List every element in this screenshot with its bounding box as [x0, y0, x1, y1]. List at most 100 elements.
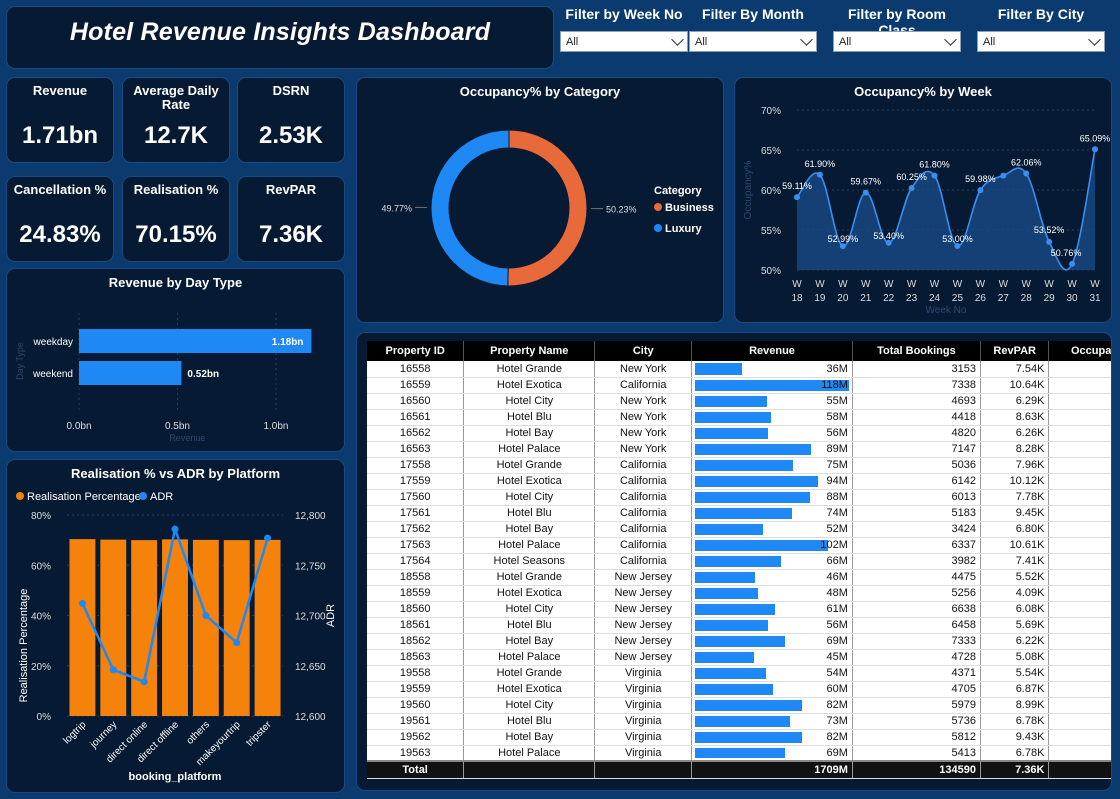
- x-tick-label: 0.0bn: [66, 421, 91, 432]
- data-point[interactable]: [908, 185, 915, 191]
- adr-point[interactable]: [78, 599, 86, 607]
- table-row[interactable]: 19560Hotel CityVirginia 82M 59798.99K65.47…: [367, 697, 1111, 714]
- table-row[interactable]: 16559 Hotel Exotica California 118M 7338 10.6…: [367, 377, 1111, 394]
- table-row[interactable]: 16562Hotel BayNew York 56M 48206.26K53.26%…: [367, 425, 1111, 442]
- realisation-bar[interactable]: [100, 539, 127, 716]
- table-row[interactable]: 18559 Hotel Exotica New Jersey 48M 5256 4.09K…: [367, 585, 1111, 602]
- data-point[interactable]: [794, 194, 800, 201]
- realisation-bar[interactable]: [192, 539, 219, 716]
- table-row[interactable]: 19559Hotel ExoticaVirginia 60M 47056.87K53…: [367, 681, 1111, 698]
- adr-point[interactable]: [264, 534, 272, 542]
- column-header[interactable]: Total Bookings: [852, 341, 981, 361]
- table-row[interactable]: 19562Hotel BayVirginia 82M 58129.43K66.40%…: [367, 729, 1111, 746]
- realisation-bar[interactable]: [131, 540, 158, 716]
- table-row[interactable]: 18561Hotel BluNew Jersey 56M 64585.69K65.4…: [367, 617, 1111, 634]
- table-row[interactable]: 16563Hotel PalaceNew York 89M 71478.28K66.…: [367, 441, 1111, 458]
- table-row[interactable]: 17559 Hotel Exotica California 94M 6142 10.12…: [367, 473, 1111, 490]
- filter-room-class-value: All: [839, 36, 852, 48]
- adr-point[interactable]: [233, 639, 241, 647]
- adr-point[interactable]: [202, 612, 210, 619]
- legend-label[interactable]: Business: [665, 202, 714, 214]
- table-header-row: Property ID Property Name City Revenue Total…: [367, 341, 1111, 361]
- x-tick-label: W: [907, 279, 917, 290]
- table-cell: 75M: [691, 457, 853, 474]
- data-point[interactable]: [1092, 146, 1098, 153]
- data-point[interactable]: [931, 172, 938, 179]
- filter-month-dropdown[interactable]: All: [689, 31, 817, 52]
- column-header[interactable]: Occupancy%: [1048, 341, 1111, 361]
- column-header[interactable]: City: [594, 341, 693, 361]
- table-cell: California: [594, 489, 693, 506]
- table-row[interactable]: 16558Hotel GrandeNew York 36M 31537.54K65.…: [367, 361, 1111, 378]
- data-label: 59.67%: [851, 177, 882, 187]
- data-point[interactable]: [1046, 238, 1053, 245]
- legend-label[interactable]: Luxury: [665, 223, 703, 235]
- data-point[interactable]: [862, 189, 869, 196]
- table-cell: 53.35%: [1048, 745, 1111, 762]
- column-header[interactable]: Revenue: [691, 341, 853, 361]
- table-row[interactable]: 19561Hotel BluVirginia 73M 57366.78K53.21%…: [367, 713, 1111, 730]
- legend-label[interactable]: ADR: [150, 491, 173, 503]
- table-row[interactable]: 17564 Hotel Seasons California 66M 3982 7.41K…: [367, 553, 1111, 570]
- legend-label[interactable]: Realisation Percentage: [27, 491, 141, 503]
- adr-point[interactable]: [109, 666, 117, 674]
- occupancy-by-week-panel: Occupancy% by Week 50% 55% 60% 65% 70% Occupa…: [734, 77, 1112, 323]
- table-row[interactable]: 19558Hotel GrandeVirginia 54M 43715.54K44.…: [367, 665, 1111, 682]
- data-point[interactable]: [1069, 260, 1076, 267]
- table-cell: 17560: [367, 489, 465, 506]
- filter-city-dropdown[interactable]: All: [977, 31, 1105, 52]
- table-cell: 7.78K: [980, 489, 1050, 506]
- data-point[interactable]: [1000, 172, 1007, 179]
- table-row[interactable]: 17561Hotel BluCalifornia 74M 51839.45K65.9…: [367, 505, 1111, 522]
- donut-chart: 50.23% 49.77% Category Business Luxury: [381, 129, 714, 287]
- adr-point[interactable]: [140, 678, 148, 686]
- data-point[interactable]: [816, 171, 823, 178]
- adr-point[interactable]: [171, 525, 179, 533]
- filter-week-dropdown[interactable]: All: [560, 31, 688, 52]
- bar-weekend[interactable]: [79, 361, 182, 385]
- table-cell: 5.54K: [980, 665, 1050, 682]
- table-row[interactable]: 17560Hotel CityCalifornia 88M 60137.78K53.…: [367, 489, 1111, 506]
- data-point[interactable]: [977, 187, 984, 194]
- table-cell: California: [594, 537, 693, 554]
- table-row[interactable]: 17562Hotel BayCalifornia 52M 34246.80K44.8…: [367, 521, 1111, 538]
- table-row[interactable]: 18560Hotel CityNew Jersey 61M 66386.08K66.…: [367, 601, 1111, 618]
- donut-slice-business[interactable]: [507, 129, 588, 287]
- chart-title: Occupancy% by Week: [854, 84, 992, 99]
- table-cell: New Jersey: [594, 649, 693, 666]
- data-point[interactable]: [1023, 170, 1030, 177]
- revenue-databar: [695, 731, 802, 743]
- table-row[interactable]: 17563 Hotel Palace California 102M 6337 10.61…: [367, 537, 1111, 554]
- revenue-databar: [695, 571, 756, 583]
- table-row[interactable]: 16561Hotel BluNew York 58M 44188.63K65.74%…: [367, 409, 1111, 426]
- table-cell: 7333: [852, 633, 981, 650]
- realisation-bar[interactable]: [69, 539, 96, 716]
- table-row[interactable]: 18558Hotel GrandeNew Jersey 46M 44755.52K5…: [367, 569, 1111, 586]
- data-label: 53.00%: [942, 234, 973, 244]
- filter-room-class-dropdown[interactable]: All: [833, 31, 961, 52]
- table-row[interactable]: 19563Hotel PalaceVirginia 69M 54136.78K53.…: [367, 745, 1111, 762]
- cell-value: 36M: [826, 362, 848, 375]
- chart-title: Revenue by Day Type: [108, 275, 243, 290]
- table-cell: 17559: [367, 473, 465, 490]
- column-header[interactable]: RevPAR: [980, 341, 1050, 361]
- realisation-bar[interactable]: [223, 540, 250, 716]
- table-cell: 9.45K: [980, 505, 1050, 522]
- realisation-bar[interactable]: [162, 539, 188, 716]
- table-row[interactable]: 18562Hotel BayNew Jersey 69M 73336.22K65.7…: [367, 633, 1111, 650]
- kpi-card-cancellation: Cancellation % 24.83%: [6, 176, 114, 262]
- table-row[interactable]: 16560Hotel CityNew York 55M 46936.29K53.64…: [367, 393, 1111, 410]
- cell-value: 82M: [826, 699, 848, 711]
- donut-slice-luxury[interactable]: [430, 129, 510, 287]
- column-header[interactable]: Property ID: [367, 341, 465, 361]
- table-row[interactable]: 17558Hotel GrandeCalifornia 75M 50367.96K5…: [367, 457, 1111, 474]
- y-tick-label: 70%: [761, 106, 781, 117]
- table-cell: Hotel Grande: [463, 457, 596, 474]
- table-cell: 53.21%: [1048, 713, 1111, 730]
- column-header[interactable]: Property Name: [463, 341, 596, 361]
- table-row[interactable]: 18563Hotel PalaceNew Jersey 45M 47285.08K5…: [367, 649, 1111, 666]
- table-cell: 65.94%: [1048, 473, 1111, 490]
- table-cell: 6.87K: [980, 681, 1050, 698]
- data-label: 61.90%: [805, 159, 836, 169]
- legend-title: Category: [654, 185, 703, 197]
